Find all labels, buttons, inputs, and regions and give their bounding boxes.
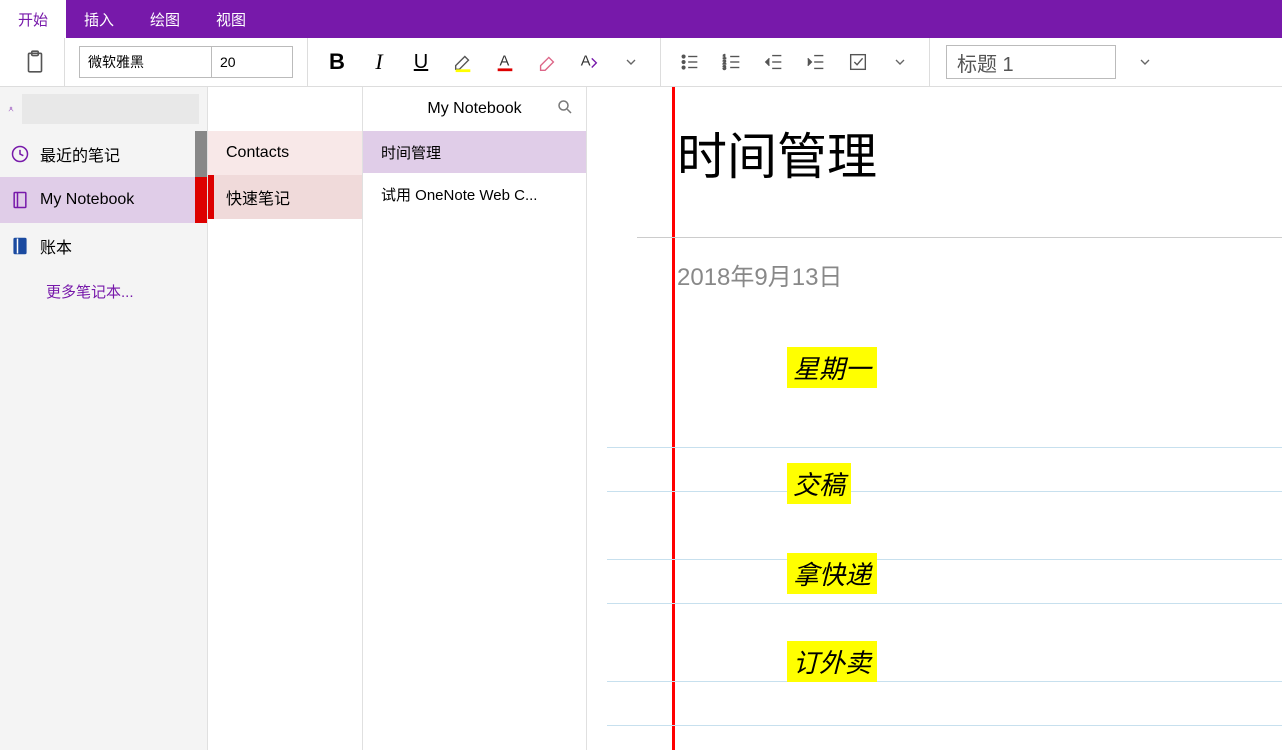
svg-text:A: A: [500, 54, 510, 70]
eraser-icon: [536, 51, 558, 73]
format-icon: A: [578, 51, 600, 73]
rule-line: [607, 603, 1282, 604]
nav-ledger[interactable]: 账本: [0, 223, 207, 269]
font-name-input[interactable]: [80, 47, 212, 77]
outdent-button[interactable]: [753, 41, 795, 83]
numbered-list-button[interactable]: 123: [711, 41, 753, 83]
font-color-icon: A: [494, 51, 516, 73]
nav-marker: [195, 131, 207, 177]
main-area: 最近的笔记 My Notebook 账本 更多笔记本... Contacts 快…: [0, 87, 1282, 750]
checkbox-icon: [847, 51, 869, 73]
chevron-down-icon: [892, 54, 908, 70]
bold-button[interactable]: B: [316, 41, 358, 83]
notebook-nav-panel: 最近的笔记 My Notebook 账本 更多笔记本...: [0, 87, 208, 750]
font-color-button[interactable]: A: [484, 41, 526, 83]
more-notebooks-link[interactable]: 更多笔记本...: [0, 269, 207, 302]
outdent-icon: [763, 51, 785, 73]
clipboard-icon: [22, 49, 48, 75]
heading-style-select[interactable]: 标题 1: [946, 45, 1116, 79]
page-search-button[interactable]: [556, 98, 574, 121]
note-date: 2018年9月13日: [677, 257, 842, 292]
tab-view[interactable]: 视图: [198, 0, 264, 38]
section-quick-notes[interactable]: 快速笔记: [208, 175, 362, 219]
tab-bar: 开始 插入 绘图 视图: [0, 0, 1282, 38]
highlight-icon: [452, 51, 474, 73]
underline-button[interactable]: U: [400, 41, 442, 83]
svg-text:3: 3: [723, 65, 726, 71]
clear-format-button[interactable]: [526, 41, 568, 83]
todo-button[interactable]: [837, 41, 879, 83]
numbered-list-icon: 123: [721, 51, 743, 73]
bullet-list-button[interactable]: [669, 41, 711, 83]
user-search-input[interactable]: [22, 94, 199, 124]
rule-line: [607, 559, 1282, 560]
rule-line: [607, 491, 1282, 492]
notebook-icon: [10, 190, 30, 210]
note-entry[interactable]: 交稿: [787, 463, 851, 504]
nav-marker: [195, 177, 207, 223]
nav-recent-notes[interactable]: 最近的笔记: [0, 131, 207, 177]
note-entry[interactable]: 星期一: [787, 347, 877, 388]
font-size-input[interactable]: [212, 47, 292, 77]
book-icon: [10, 236, 30, 256]
rule-line: [607, 447, 1282, 448]
rule-line: [607, 681, 1282, 682]
nav-label: My Notebook: [40, 191, 134, 209]
note-title[interactable]: 时间管理: [677, 117, 877, 189]
user-icon: [8, 98, 14, 120]
style-dropdown-button[interactable]: [1124, 41, 1166, 83]
chevron-down-icon: [1137, 54, 1153, 70]
user-bar: [0, 87, 207, 131]
clipboard-button[interactable]: [14, 41, 56, 83]
indent-icon: [805, 51, 827, 73]
note-entry[interactable]: 拿快递: [787, 553, 877, 594]
styles-button[interactable]: A: [568, 41, 610, 83]
nav-my-notebook[interactable]: My Notebook: [0, 177, 207, 223]
indent-button[interactable]: [795, 41, 837, 83]
tab-start[interactable]: 开始: [0, 0, 66, 38]
chevron-down-icon: [623, 54, 639, 70]
search-icon: [556, 98, 574, 116]
svg-text:A: A: [581, 54, 591, 70]
bullet-list-icon: [679, 51, 701, 73]
italic-button[interactable]: I: [358, 41, 400, 83]
note-entry[interactable]: 订外卖: [787, 641, 877, 682]
font-controls: [79, 46, 293, 78]
nav-label: 最近的笔记: [40, 142, 120, 166]
more-formatting-button[interactable]: [610, 41, 652, 83]
note-canvas[interactable]: 时间管理 2018年9月13日 星期一 交稿 拿快递 订外卖: [587, 87, 1282, 750]
clock-icon: [10, 144, 30, 164]
page-list-panel: My Notebook 时间管理 试用 OneNote Web C...: [363, 87, 587, 750]
page-item-try-onenote[interactable]: 试用 OneNote Web C...: [363, 173, 586, 215]
page-item-time-management[interactable]: 时间管理: [363, 131, 586, 173]
page-list-title: My Notebook: [427, 100, 521, 118]
rule-line: [607, 725, 1282, 726]
tab-insert[interactable]: 插入: [66, 0, 132, 38]
tab-draw[interactable]: 绘图: [132, 0, 198, 38]
ribbon: B I U A A 123: [0, 38, 1282, 87]
highlight-button[interactable]: [442, 41, 484, 83]
section-panel: Contacts 快速笔记: [208, 87, 363, 750]
section-contacts[interactable]: Contacts: [208, 131, 362, 175]
margin-line: [672, 87, 675, 750]
title-underline: [637, 237, 1282, 238]
page-list-header: My Notebook: [363, 87, 586, 131]
nav-label: 账本: [40, 234, 72, 258]
more-paragraph-button[interactable]: [879, 41, 921, 83]
